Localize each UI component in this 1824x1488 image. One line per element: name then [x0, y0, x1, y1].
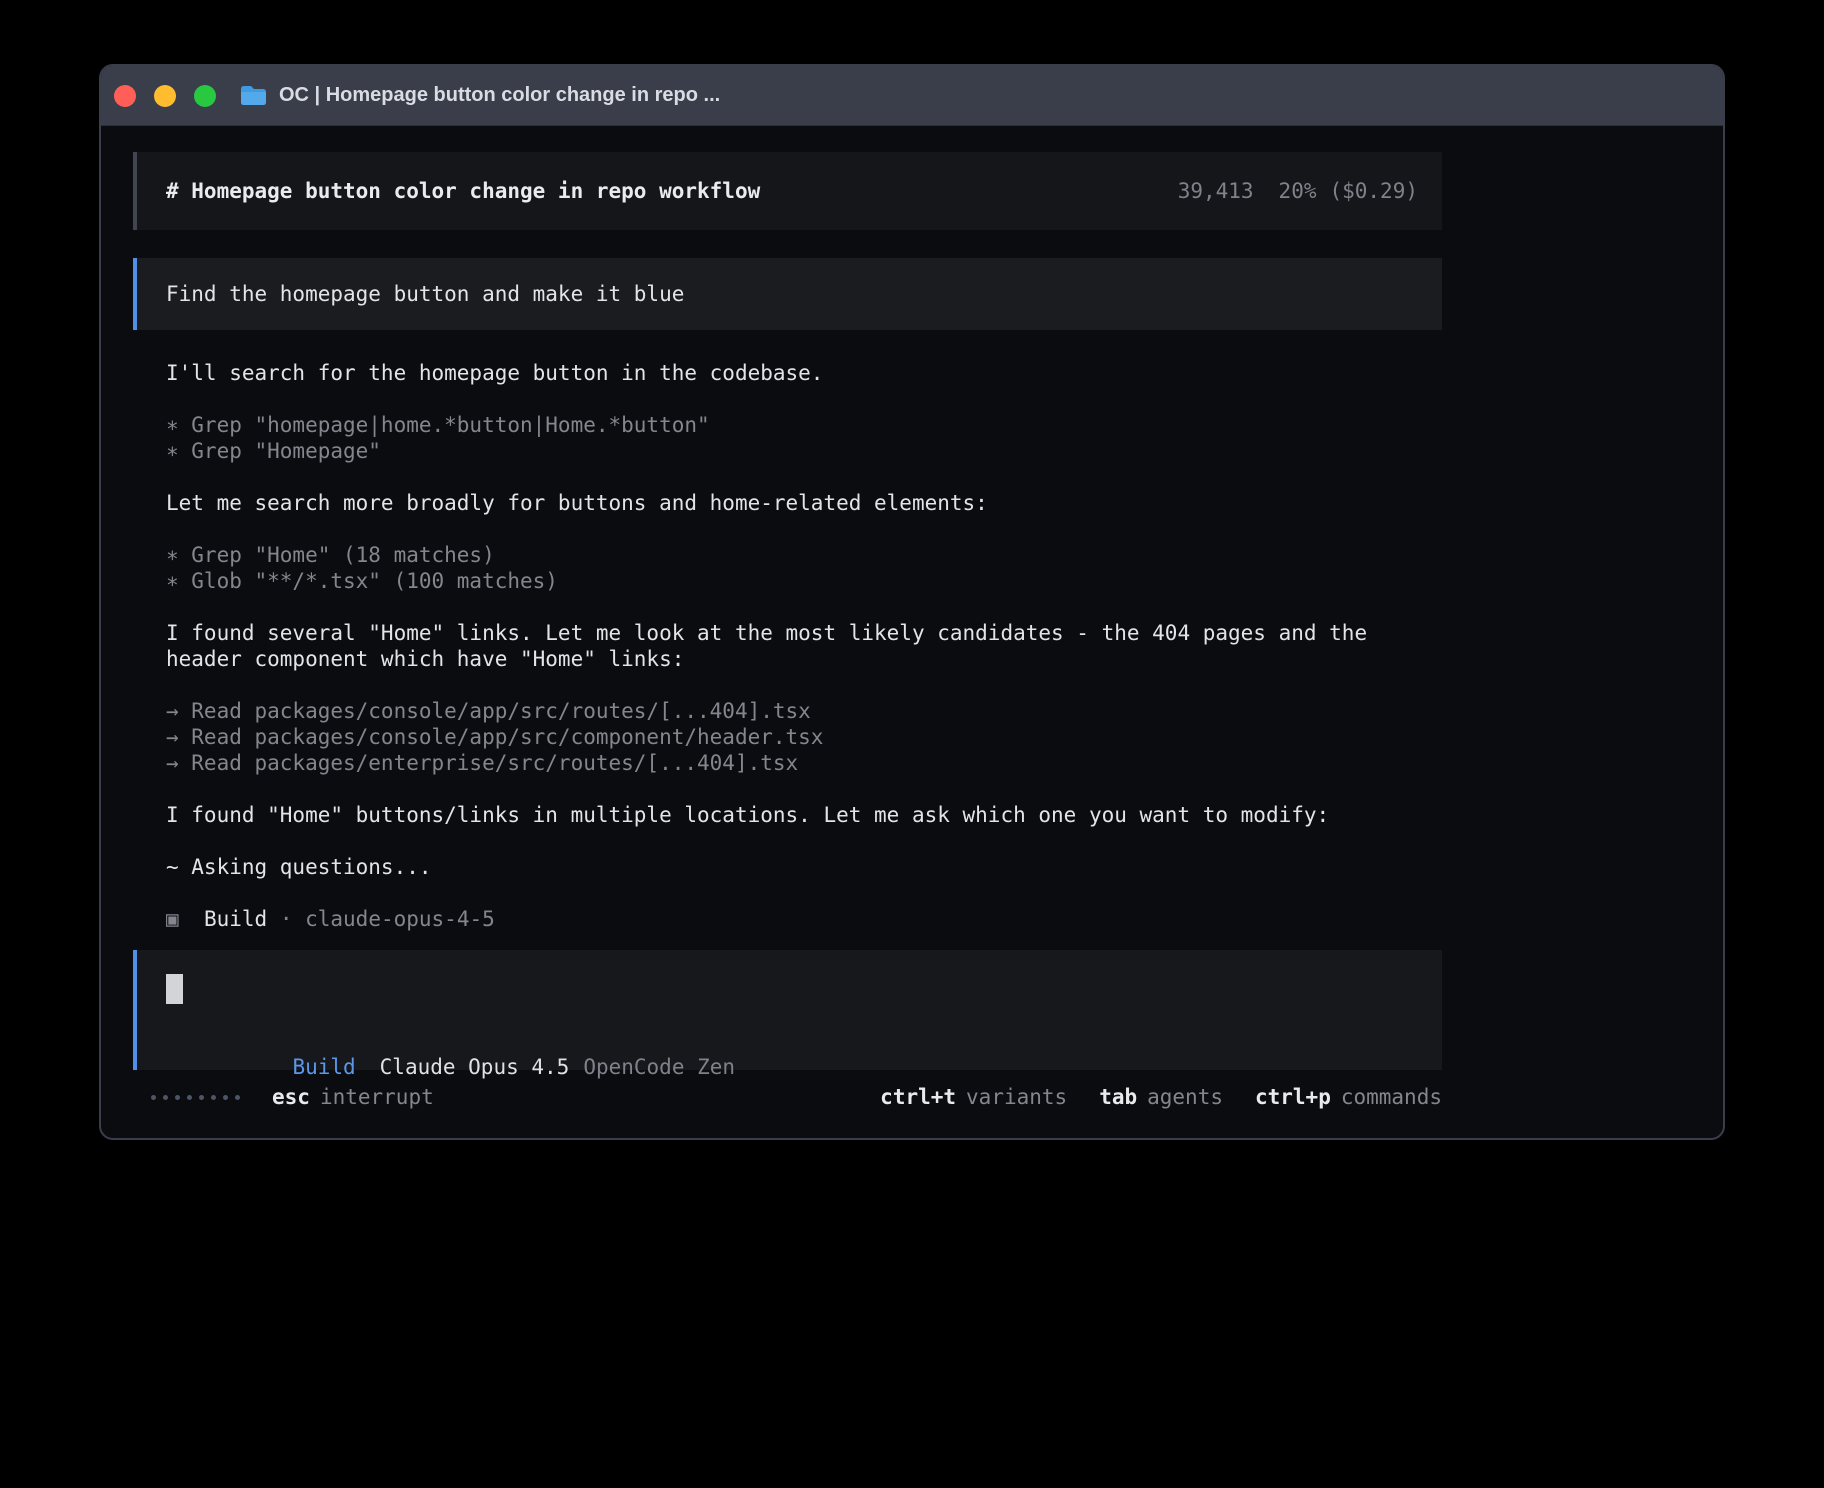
- terminal-content: # Homepage button color change in repo w…: [101, 126, 1723, 1110]
- transcript-line: I'll search for the homepage button in t…: [166, 360, 1442, 386]
- transcript-line: I found "Home" buttons/links in multiple…: [166, 802, 1442, 828]
- user-message-text: Find the homepage button and make it blu…: [166, 282, 684, 306]
- transcript-line: [166, 464, 1442, 490]
- transcript-line: ∗ Grep "homepage|home.*button|Home.*butt…: [166, 412, 1442, 438]
- statusbar-hint-variants: ctrl+t variants: [880, 1085, 1067, 1109]
- model-name[interactable]: Claude Opus 4.5: [380, 1055, 570, 1079]
- spinner-dot: [151, 1095, 156, 1100]
- hint-key: ctrl+p: [1255, 1085, 1331, 1109]
- transcript-line: Let me search more broadly for buttons a…: [166, 490, 1442, 516]
- token-count: 39,413: [1178, 179, 1254, 203]
- transcript-line: [166, 880, 1442, 906]
- text-cursor: [166, 974, 183, 1004]
- model-line: BuildClaude Opus 4.5OpenCode Zen: [166, 1028, 735, 1054]
- context-percent: 20%: [1279, 179, 1317, 203]
- transcript-line: [166, 386, 1442, 412]
- statusbar: escinterrupt ctrl+tvariantstabagentsctrl…: [133, 1084, 1442, 1110]
- close-button[interactable]: [114, 85, 136, 107]
- transcript-line: → Read packages/console/app/src/routes/[…: [166, 698, 1442, 724]
- folder-icon: [240, 85, 267, 106]
- session-title: # Homepage button color change in repo w…: [166, 179, 760, 203]
- session-header: # Homepage button color change in repo w…: [133, 152, 1442, 230]
- session-stats: 39,413 20% ($0.29): [1178, 179, 1418, 203]
- transcript-line: [166, 516, 1442, 542]
- statusbar-hint-interrupt: esc interrupt: [272, 1085, 434, 1109]
- transcript-line: [166, 672, 1442, 698]
- provider-name: OpenCode Zen: [583, 1055, 735, 1079]
- hint-label: commands: [1341, 1085, 1442, 1109]
- session-cost: ($0.29): [1329, 179, 1418, 203]
- esc-label: interrupt: [320, 1085, 434, 1109]
- transcript: I'll search for the homepage button in t…: [133, 360, 1442, 932]
- minimize-button[interactable]: [154, 85, 176, 107]
- statusbar-hint-agents: tab agents: [1099, 1085, 1223, 1109]
- transcript-line: ▣ Build · claude-opus-4-5: [166, 906, 1442, 932]
- transcript-line: [166, 776, 1442, 802]
- esc-key: esc: [272, 1085, 310, 1109]
- transcript-line: ∗ Grep "Homepage": [166, 438, 1442, 464]
- transcript-line: → Read packages/console/app/src/componen…: [166, 724, 1442, 750]
- titlebar[interactable]: OC | Homepage button color change in rep…: [101, 66, 1723, 126]
- user-message: Find the homepage button and make it blu…: [133, 258, 1442, 330]
- terminal-window: OC | Homepage button color change in rep…: [99, 64, 1725, 1140]
- hint-label: agents: [1147, 1085, 1223, 1109]
- transcript-line: [166, 828, 1442, 854]
- transcript-line: [166, 594, 1442, 620]
- zoom-button[interactable]: [194, 85, 216, 107]
- transcript-line: ∗ Grep "Home" (18 matches): [166, 542, 1442, 568]
- transcript-line: ~ Asking questions...: [166, 854, 1442, 880]
- window-title: OC | Homepage button color change in rep…: [279, 84, 720, 107]
- hint-label: variants: [966, 1085, 1067, 1109]
- hint-key: tab: [1099, 1085, 1137, 1109]
- prompt-input[interactable]: BuildClaude Opus 4.5OpenCode Zen: [133, 950, 1442, 1070]
- statusbar-right: ctrl+t variants tab agents ctrl+p commands: [880, 1085, 1442, 1109]
- transcript-line: I found several "Home" links. Let me loo…: [166, 620, 1442, 646]
- agent-name[interactable]: Build: [292, 1055, 355, 1079]
- transcript-line: → Read packages/enterprise/src/routes/[.…: [166, 750, 1442, 776]
- transcript-line: ∗ Glob "**/*.tsx" (100 matches): [166, 568, 1442, 594]
- hint-key: ctrl+t: [880, 1085, 956, 1109]
- statusbar-hint-commands: ctrl+p commands: [1255, 1085, 1442, 1109]
- transcript-line: header component which have "Home" links…: [166, 646, 1442, 672]
